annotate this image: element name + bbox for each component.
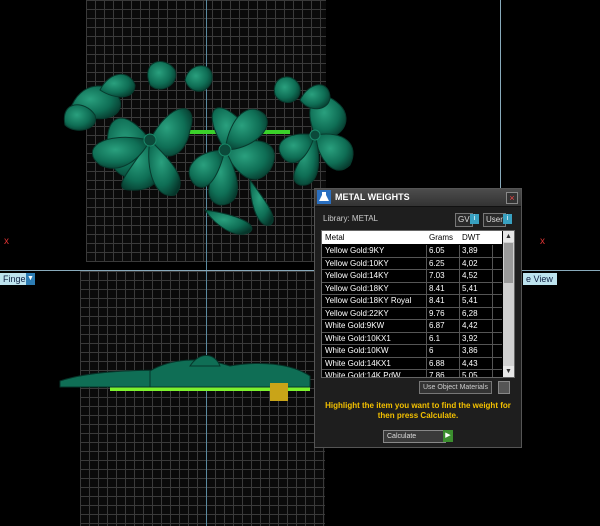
- table-row[interactable]: Yellow Gold:14KY 7.03 4,52: [322, 270, 502, 283]
- use-object-materials-field[interactable]: Use Object Materials: [419, 381, 492, 394]
- table-row[interactable]: White Gold:10KW 6 3,86: [322, 345, 502, 358]
- flask-icon: [317, 190, 331, 204]
- library-label: Library: METAL: [323, 214, 378, 223]
- column-header-dwt[interactable]: DWT: [462, 233, 480, 242]
- close-button[interactable]: ×: [506, 192, 518, 204]
- table-row[interactable]: Yellow Gold:22KY 9.76 6,28: [322, 308, 502, 320]
- scroll-thumb[interactable]: [504, 243, 513, 283]
- table-row[interactable]: Yellow Gold:18KY Royal 8.41 5,41: [322, 295, 502, 308]
- scroll-down-icon[interactable]: ▼: [503, 366, 514, 377]
- table-scrollbar[interactable]: ▲ ▼: [503, 231, 514, 377]
- calculate-button[interactable]: Calculate: [383, 430, 446, 443]
- dialog-title: METAL WEIGHTS: [335, 192, 410, 202]
- table-row[interactable]: White Gold:14KX1 6.88 4,43: [322, 358, 502, 370]
- user-toggle[interactable]: i: [503, 214, 512, 224]
- table-row[interactable]: White Gold:9KW 6.87 4,42: [322, 320, 502, 333]
- table-header: Metal Grams DWT: [322, 231, 502, 244]
- column-header-metal[interactable]: Metal: [325, 233, 345, 242]
- calculate-go-icon[interactable]: ▶: [443, 430, 453, 442]
- metal-weights-dialog: METAL WEIGHTS × Library: METAL GV i User…: [314, 188, 522, 448]
- dialog-title-bar[interactable]: METAL WEIGHTS ×: [315, 189, 521, 207]
- gv-toggle[interactable]: i: [470, 214, 479, 224]
- axis-x-label-left: x: [4, 236, 9, 247]
- table-row[interactable]: White Gold:10KX1 6.1 3,92: [322, 333, 502, 345]
- instruction-text: Highlight the item you want to find the …: [325, 401, 511, 420]
- use-object-materials-toggle[interactable]: [498, 381, 510, 394]
- table-row[interactable]: Yellow Gold:18KY 8.41 5,41: [322, 283, 502, 295]
- axis-x-label-right: x: [540, 236, 545, 247]
- scroll-up-icon[interactable]: ▲: [503, 231, 514, 242]
- metal-table: Metal Grams DWT Yellow Gold:9KY 6.05 3,89 …: [321, 230, 515, 378]
- table-row[interactable]: White Gold:14K PdW 7.86 5,05: [322, 370, 502, 377]
- table-rows: Yellow Gold:9KY 6.05 3,89 Yellow Gold:10KY…: [322, 245, 502, 377]
- table-row[interactable]: Yellow Gold:10KY 6.25 4,02: [322, 258, 502, 270]
- table-row[interactable]: Yellow Gold:9KY 6.05 3,89: [322, 245, 502, 258]
- column-header-grams[interactable]: Grams: [429, 233, 453, 242]
